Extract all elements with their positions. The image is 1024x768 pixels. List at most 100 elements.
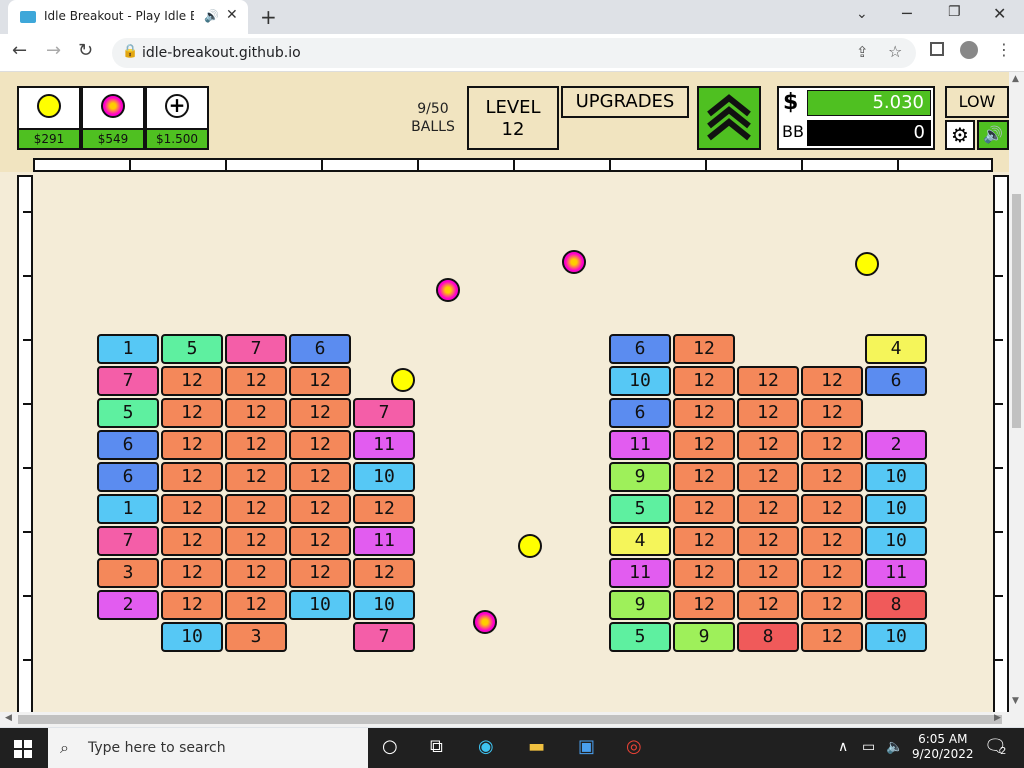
brick[interactable]: 12 [737,494,799,524]
brick[interactable]: 12 [161,526,223,556]
brick[interactable]: 6 [97,462,159,492]
brick[interactable]: 12 [289,398,351,428]
brick[interactable]: 12 [161,398,223,428]
brick[interactable]: 8 [737,622,799,652]
brick[interactable]: 9 [609,590,671,620]
brick[interactable]: 9 [609,462,671,492]
chevron-up-icon[interactable]: ∧ [838,739,848,755]
reload-button[interactable]: ↻ [78,40,93,61]
brick[interactable]: 6 [289,334,351,364]
brick[interactable]: 3 [97,558,159,588]
scroll-down-icon[interactable]: ▼ [1012,696,1019,706]
brick[interactable]: 12 [801,526,863,556]
brick[interactable]: 10 [865,494,927,524]
buy-magenta-ball-button[interactable]: $549 [81,86,145,150]
brick[interactable]: 12 [353,494,415,524]
brick[interactable]: 11 [353,526,415,556]
prestige-button[interactable] [697,86,761,150]
brick[interactable]: 12 [673,398,735,428]
brick[interactable]: 12 [161,558,223,588]
chrome-icon[interactable]: ◎ [626,736,642,757]
brick[interactable]: 7 [353,398,415,428]
brick[interactable]: 5 [609,494,671,524]
brick[interactable]: 11 [865,558,927,588]
taskbar-search-box[interactable]: ⌕ Type here to search [48,728,368,768]
brick[interactable]: 10 [865,622,927,652]
new-tab-button[interactable]: + [260,5,277,29]
buy-yellow-ball-button[interactable]: $291 [17,86,81,150]
address-bar[interactable]: 🔒 idle-breakout.github.io ⇪ ☆ [112,38,916,68]
brick[interactable]: 12 [673,590,735,620]
brick[interactable]: 2 [865,430,927,460]
url-text[interactable]: idle-breakout.github.io [142,45,301,61]
brick[interactable]: 12 [225,590,287,620]
cortana-icon[interactable]: ○ [382,736,398,757]
brick[interactable]: 12 [289,462,351,492]
brick[interactable]: 10 [609,366,671,396]
file-explorer-icon[interactable]: ▬ [528,736,545,757]
side-panel-icon[interactable] [930,42,944,56]
brick[interactable]: 6 [609,334,671,364]
brick[interactable]: 12 [801,494,863,524]
brick[interactable]: 11 [609,558,671,588]
brick[interactable]: 7 [97,366,159,396]
brick[interactable]: 4 [865,334,927,364]
brick[interactable]: 4 [609,526,671,556]
brick[interactable]: 5 [161,334,223,364]
brick[interactable]: 2 [97,590,159,620]
menu-dots-icon[interactable]: ⋮ [996,40,1012,59]
brick[interactable]: 12 [289,558,351,588]
brick[interactable]: 12 [225,462,287,492]
brick[interactable]: 12 [289,430,351,460]
buy-new-ball-type-button[interactable]: + $1.500 [145,86,209,150]
brick[interactable]: 10 [865,462,927,492]
search-placeholder[interactable]: Type here to search [88,740,226,756]
lock-icon[interactable]: 🔒 [122,44,138,59]
brick[interactable]: 12 [737,430,799,460]
bookmark-star-icon[interactable]: ☆ [888,42,902,61]
brick[interactable]: 12 [737,590,799,620]
maximize-button[interactable]: ❐ [948,4,961,20]
brick[interactable]: 1 [97,494,159,524]
brick[interactable]: 9 [673,622,735,652]
brick[interactable]: 6 [865,366,927,396]
brick[interactable]: 12 [737,558,799,588]
chevron-down-icon[interactable]: ⌄ [856,6,868,22]
brick[interactable]: 12 [225,494,287,524]
brick[interactable]: 12 [673,462,735,492]
brick[interactable]: 12 [801,622,863,652]
brick[interactable]: 12 [801,398,863,428]
brick[interactable]: 7 [353,622,415,652]
vertical-scrollbar[interactable]: ▲ ▼ [1009,72,1024,712]
scroll-up-icon[interactable]: ▲ [1012,74,1019,84]
brick[interactable]: 12 [737,526,799,556]
brick[interactable]: 12 [161,462,223,492]
volume-icon[interactable]: 🔈 [886,739,903,755]
brick[interactable]: 12 [225,366,287,396]
brick[interactable]: 12 [673,526,735,556]
brick[interactable]: 12 [801,558,863,588]
horizontal-scrollbar[interactable]: ◀ ▶ [0,712,1024,727]
brick[interactable]: 12 [673,334,735,364]
brick[interactable]: 12 [225,526,287,556]
brick[interactable]: 12 [673,494,735,524]
brick[interactable]: 10 [289,590,351,620]
network-icon[interactable]: ▭ [862,739,875,755]
brick[interactable]: 10 [161,622,223,652]
browser-tab[interactable]: Idle Breakout - Play Idle Brea 🔊 ✕ [8,0,248,34]
gear-icon[interactable]: ⚙ [945,120,975,150]
brick[interactable]: 6 [97,430,159,460]
brick[interactable]: 12 [161,590,223,620]
edge-icon[interactable]: ◉ [478,736,494,757]
scroll-left-icon[interactable]: ◀ [5,713,12,723]
back-button[interactable]: ← [12,40,27,61]
brick[interactable]: 12 [289,494,351,524]
windows-start-icon[interactable] [14,740,32,758]
upgrades-button[interactable]: UPGRADES [561,86,689,118]
game-area[interactable]: $291 $549 + $1.500 9/50 BALLS LEVEL 12 U… [0,72,1009,712]
brick[interactable]: 5 [97,398,159,428]
brick[interactable]: 11 [353,430,415,460]
quality-toggle-button[interactable]: LOW [945,86,1009,118]
brick[interactable]: 12 [225,558,287,588]
brick[interactable]: 12 [673,558,735,588]
